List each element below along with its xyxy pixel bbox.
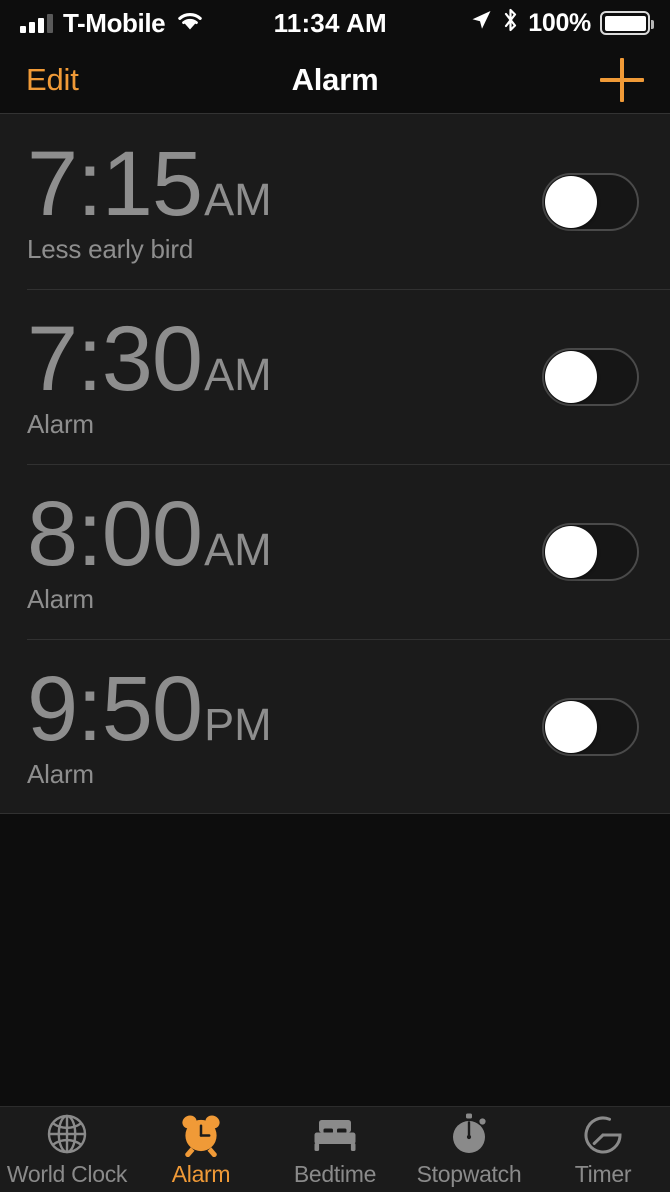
alarm-label: Less early bird (27, 233, 194, 264)
tab-label: World Clock (6, 1161, 128, 1187)
tab-label: Alarm (171, 1161, 231, 1187)
alarm-list: 7 : 15 AM Less early bird 7 : 30 AM Alar… (0, 114, 670, 814)
alarm-separator: : (77, 308, 103, 411)
alarm-ampm: AM (204, 349, 272, 401)
alarm-separator: : (77, 658, 103, 761)
tab-bar: World Clock Alarm Bedtime Stopwatch Time… (0, 1106, 670, 1192)
alarm-time: 8 : 00 AM (27, 483, 542, 586)
navigation-bar: Edit Alarm (0, 46, 670, 114)
alarm-toggle[interactable] (542, 347, 639, 406)
alarm-info: 7 : 15 AM Less early bird (27, 138, 542, 265)
alarm-info: 9 : 50 PM Alarm (27, 663, 542, 790)
battery-icon (600, 11, 654, 35)
alarm-toggle[interactable] (542, 697, 639, 756)
alarm-row[interactable]: 7 : 30 AM Alarm (0, 289, 670, 464)
tab-bedtime[interactable]: Bedtime (268, 1107, 402, 1192)
alarm-app-screen: T-Mobile 11:34 AM 100% Edit Alarm 7: 15… (0, 0, 670, 1192)
alarm-separator: : (77, 483, 103, 586)
alarm-info: 7 : 30 AM Alarm (27, 313, 542, 440)
alarm-ampm: AM (204, 174, 272, 226)
alarm-separator: : (77, 133, 103, 236)
wifi-icon (175, 8, 205, 39)
status-bar-center: 11:34 AM (205, 8, 469, 39)
alarm-hour: 7 (27, 308, 78, 411)
status-bar-clock: 11:34 AM (273, 7, 387, 38)
edit-button[interactable]: Edit (26, 62, 79, 98)
alarm-time: 7 : 30 AM (27, 308, 542, 411)
signal-bars-icon (20, 13, 53, 33)
alarm-toggle[interactable] (542, 172, 639, 231)
alarm-hour: 7 (27, 133, 78, 236)
battery-percent: 100% (528, 8, 591, 37)
tab-timer[interactable]: Timer (536, 1107, 670, 1192)
alarm-ampm: PM (204, 699, 272, 751)
alarm-row[interactable]: 8 : 00 AM Alarm (0, 464, 670, 639)
alarm-label: Alarm (27, 758, 94, 789)
page-title: Alarm (291, 61, 379, 97)
empty-area (0, 814, 670, 1106)
alarm-minute: 50 (101, 658, 203, 761)
alarm-hour: 9 (27, 658, 78, 761)
alarm-label: Alarm (27, 583, 94, 614)
bed-icon (310, 1111, 360, 1157)
tab-label: Bedtime (293, 1161, 377, 1187)
tab-world-clock[interactable]: World Clock (0, 1107, 134, 1192)
bluetooth-icon (502, 7, 519, 40)
globe-icon (44, 1111, 90, 1157)
location-arrow-icon (469, 8, 493, 39)
toggle-knob (545, 350, 597, 403)
toggle-knob (545, 700, 597, 753)
alarm-clock-icon (178, 1111, 224, 1157)
alarm-minute: 30 (101, 308, 203, 411)
toggle-knob (545, 525, 597, 578)
tab-alarm[interactable]: Alarm (134, 1107, 268, 1192)
alarm-hour: 8 (27, 483, 78, 586)
stopwatch-icon (446, 1111, 492, 1157)
alarm-info: 8 : 00 AM Alarm (27, 488, 542, 615)
status-bar-right: 100% (469, 7, 654, 40)
timer-icon (580, 1111, 626, 1157)
toggle-knob (545, 175, 597, 228)
carrier-name: T-Mobile (63, 7, 166, 38)
alarm-row[interactable]: 7 : 15 AM Less early bird (0, 114, 670, 289)
alarm-label: Alarm (27, 408, 94, 439)
alarm-time: 7 : 15 AM (27, 133, 542, 236)
status-bar: T-Mobile 11:34 AM 100% (0, 0, 670, 46)
tab-stopwatch[interactable]: Stopwatch (402, 1107, 536, 1192)
alarm-minute: 15 (101, 133, 203, 236)
status-bar-left: T-Mobile (20, 8, 205, 39)
alarm-ampm: AM (204, 524, 272, 576)
alarm-time: 9 : 50 PM (27, 658, 542, 761)
alarm-minute: 00 (101, 483, 203, 586)
alarm-row[interactable]: 9 : 50 PM Alarm (0, 639, 670, 814)
tab-label: Timer (574, 1161, 632, 1187)
alarm-toggle[interactable] (542, 522, 639, 581)
tab-label: Stopwatch (416, 1161, 522, 1187)
add-alarm-button[interactable] (600, 57, 644, 102)
